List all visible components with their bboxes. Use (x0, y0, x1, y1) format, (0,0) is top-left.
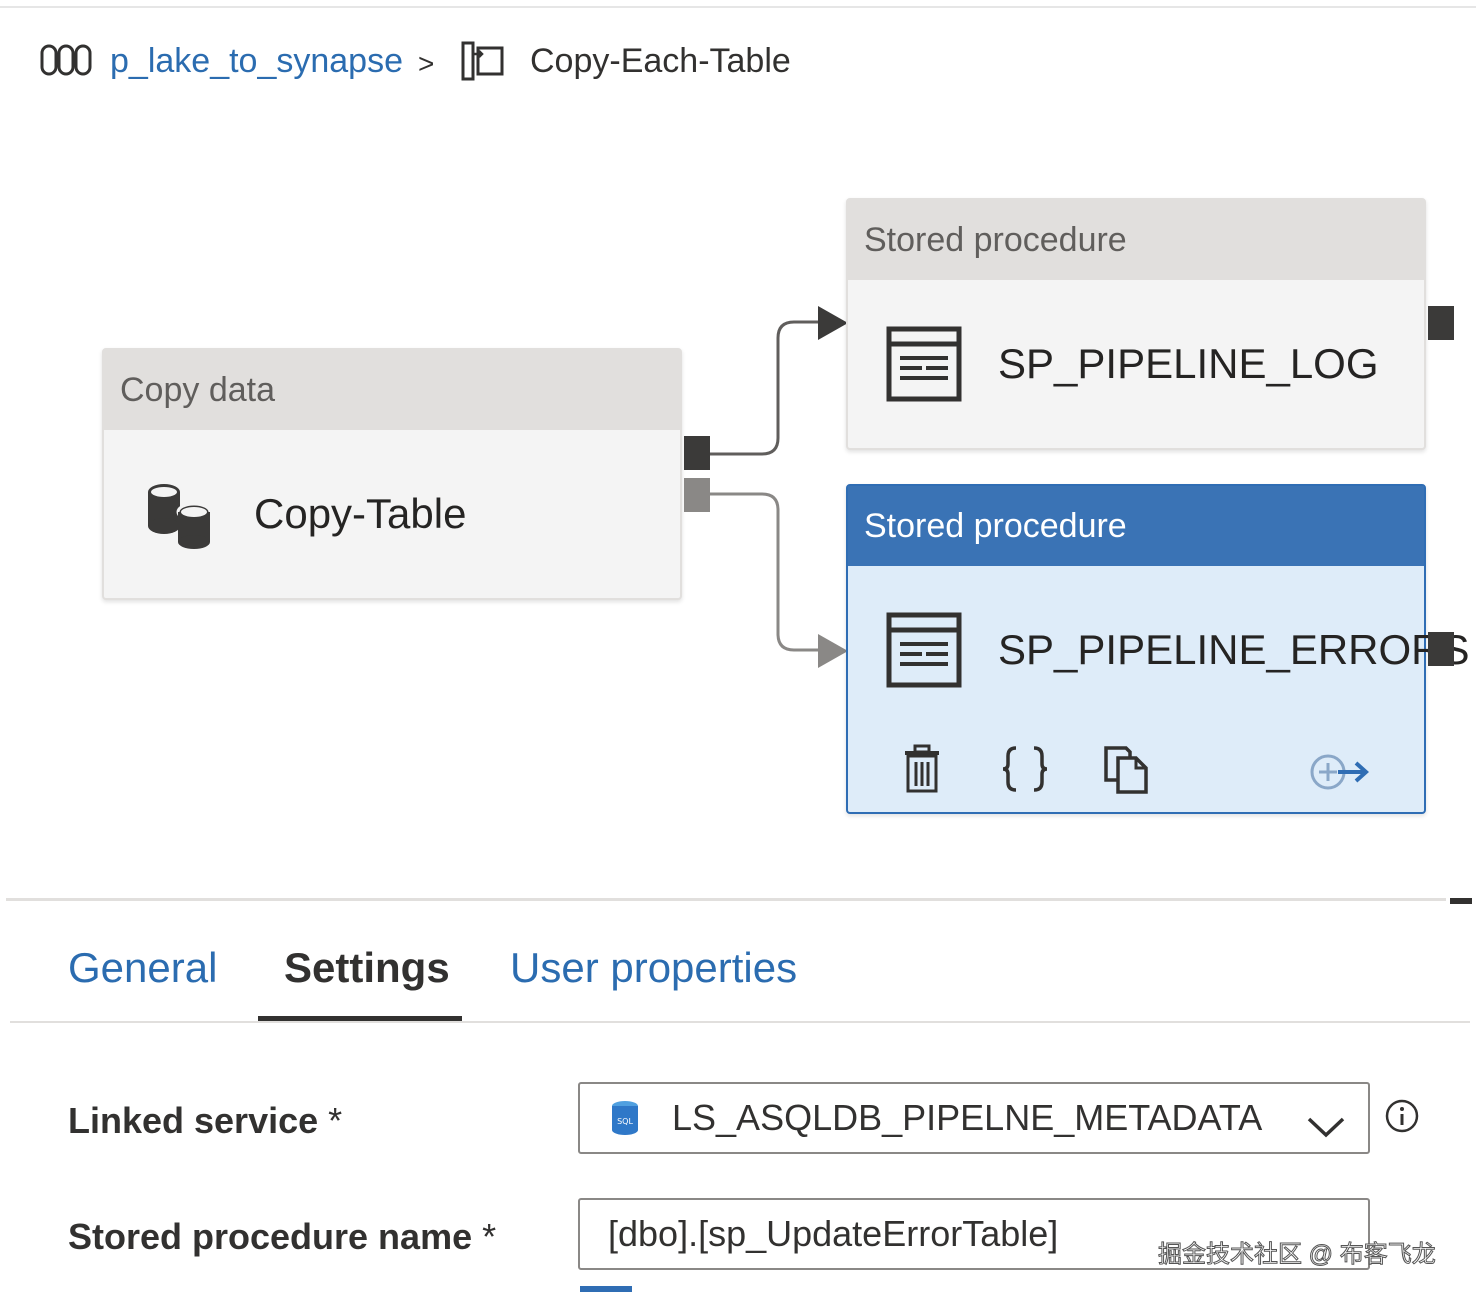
linked-service-label: Linked service * (68, 1100, 342, 1142)
required-mark: * (482, 1216, 497, 1257)
watermark-text: 掘金技术社区 @ 布客飞龙 (1158, 1241, 1437, 1269)
activity-name: SP_PIPELINE_LOG (998, 340, 1379, 387)
activity-type-label: Stored procedure (848, 486, 1424, 566)
panel-resize-handle[interactable] (1450, 898, 1472, 904)
output-port[interactable] (1428, 306, 1454, 340)
tab-user-properties[interactable]: User properties (510, 944, 797, 992)
sp-pipeline-log-activity[interactable]: Stored procedure SP_PIPELINE_LOG (846, 198, 1426, 450)
activity-type-label: Copy data (104, 350, 680, 430)
arrow-failure-icon (818, 634, 848, 668)
stored-procedure-value: [dbo].[sp_UpdateErrorTable] (608, 1213, 1059, 1254)
output-port[interactable] (1428, 632, 1454, 666)
stored-procedure-icon (886, 612, 962, 688)
panel-divider (6, 898, 1446, 901)
code-braces-icon[interactable] (1000, 744, 1050, 794)
arrow-success-icon (818, 306, 848, 340)
failure-output-port[interactable] (684, 478, 710, 512)
activity-type-label: Stored procedure (848, 200, 1424, 280)
activity-name: Copy-Table (254, 490, 467, 537)
stored-procedure-name-label: Stored procedure name * (68, 1216, 496, 1258)
field-focus-indicator (580, 1286, 632, 1292)
sp-pipeline-errors-activity[interactable]: Stored procedure SP_PIPELINE_ERRORS (846, 484, 1470, 814)
info-icon[interactable] (1384, 1098, 1420, 1134)
label-text: Stored procedure name (68, 1216, 473, 1257)
required-mark: * (328, 1100, 343, 1141)
activity-name: SP_PIPELINE_ERRORS (998, 626, 1470, 673)
label-text: Linked service (68, 1100, 319, 1141)
linked-service-value: LS_ASQLDB_PIPELNE_METADATA (672, 1097, 1263, 1138)
database-icon (146, 480, 216, 550)
stored-procedure-icon (886, 326, 962, 402)
linked-service-dropdown[interactable]: SQL LS_ASQLDB_PIPELNE_METADATA (578, 1082, 1370, 1154)
tab-settings[interactable]: Settings (284, 944, 450, 992)
sql-database-icon: SQL (610, 1100, 640, 1136)
tab-general[interactable]: General (68, 944, 217, 992)
tabs-divider (10, 1021, 1470, 1023)
trash-icon[interactable] (902, 744, 942, 794)
success-output-port[interactable] (684, 436, 710, 470)
add-output-icon[interactable] (1308, 752, 1372, 792)
copy-data-activity[interactable]: Copy data Copy-Table (102, 348, 682, 600)
svg-text:SQL: SQL (617, 1117, 633, 1126)
chevron-down-icon[interactable] (1306, 1106, 1346, 1138)
copy-icon[interactable] (1102, 744, 1152, 796)
